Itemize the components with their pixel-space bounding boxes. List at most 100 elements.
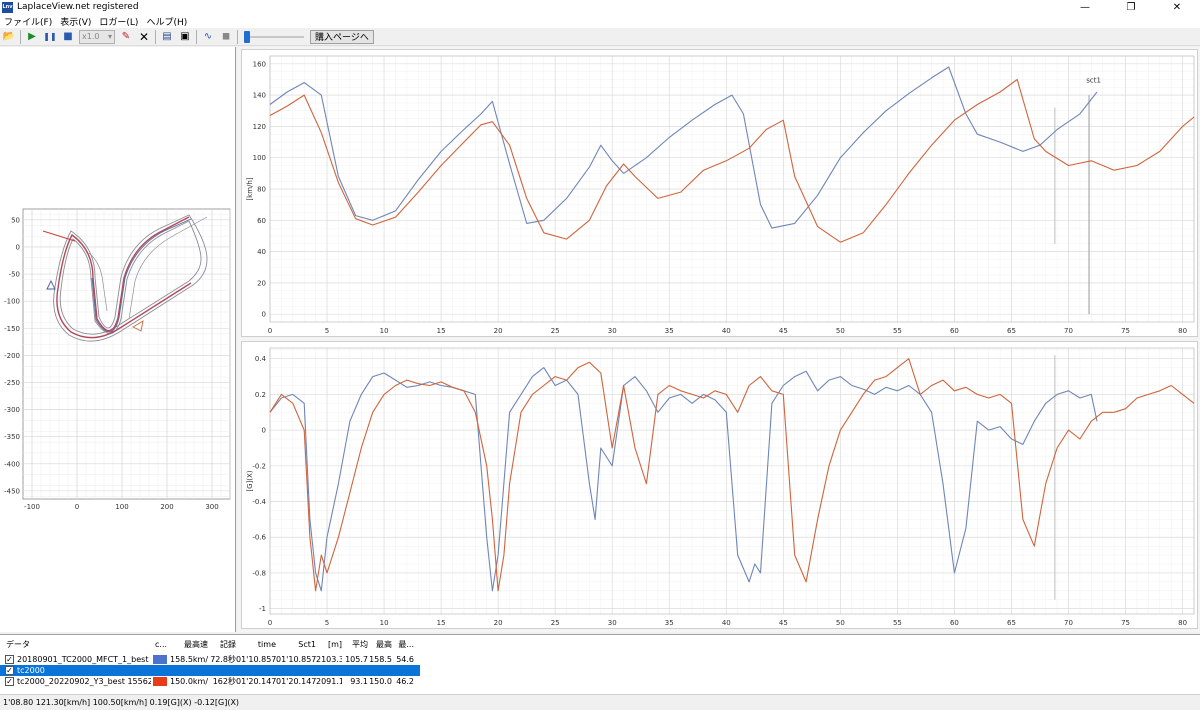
y-tick-label: -0.4: [252, 498, 266, 506]
row-time: 01'20.147: [236, 677, 276, 686]
g-force-chart[interactable]: 0 5 10 15 20 25 30 35 40 45 50 55 60 65 70 75 80 -1 -0.8 -0…: [241, 341, 1198, 629]
x-tick-label: 45: [779, 327, 788, 335]
map-x-axis: -100 0 100 200 300: [24, 503, 219, 511]
restore-icon[interactable]: ❐: [1108, 0, 1154, 14]
y-tick-label: 0: [262, 311, 266, 319]
header-meters[interactable]: [m]: [316, 639, 342, 650]
y-tick-label: 0.2: [255, 391, 266, 399]
x-tick-label: 55: [893, 327, 902, 335]
series-line: [269, 367, 1098, 592]
y-tick-label: 160: [253, 60, 266, 68]
play-icon[interactable]: ▶: [24, 29, 40, 45]
row-color-swatch[interactable]: [153, 655, 167, 664]
y-tick-label: -400: [4, 460, 20, 468]
delete-icon[interactable]: ✕: [136, 29, 152, 45]
y-tick-label: 0: [16, 243, 20, 251]
toolbar-separator: [20, 29, 21, 44]
title-bar: Lnv LaplaceView.net registered — ❐ ✕: [0, 0, 1200, 14]
header-max2[interactable]: 最...: [392, 639, 414, 650]
y-tick-label: 140: [253, 92, 266, 100]
x-tick-label: 200: [160, 503, 173, 511]
menu-logger[interactable]: ロガー(L): [95, 15, 142, 28]
y-tick-label: -450: [4, 487, 20, 495]
stop-icon[interactable]: ■: [60, 29, 76, 45]
slider-thumb[interactable]: [244, 30, 250, 43]
table-row-selected[interactable]: ✓ tc2000: [0, 665, 420, 676]
buy-page-button[interactable]: 購入ページへ: [310, 29, 374, 44]
header-max[interactable]: 最高: [368, 639, 392, 650]
row-checkbox[interactable]: ✓: [5, 666, 14, 675]
app-logo-icon: Lnv: [2, 1, 13, 13]
y-tick-label: -100: [4, 298, 20, 306]
table-header: データ c... 最高速 記録 time Sct1 [m] 平均 最高 最...: [0, 639, 420, 651]
row-checkbox[interactable]: ✓: [5, 677, 14, 686]
row-checkbox[interactable]: ✓: [5, 655, 14, 664]
x-tick-label: 0: [268, 619, 272, 627]
header-color[interactable]: c...: [155, 639, 171, 650]
window-title: LaplaceView.net registered: [17, 2, 139, 12]
window-controls: — ❐ ✕: [1062, 0, 1200, 14]
speed-chart[interactable]: 0 5 10 15 20 25 30 35 40 45 50 55 60 65 70 75 80 0 20 40 60 8…: [241, 49, 1198, 337]
row-name: 20180901_TC2000_MFCT_1_best 092527: [17, 655, 151, 664]
playback-speed-value: x1.0: [82, 32, 100, 41]
series-line: [269, 66, 1098, 229]
x-tick-label: 25: [551, 327, 560, 335]
header-average[interactable]: 平均: [342, 639, 368, 650]
x-tick-label: 75: [1121, 619, 1130, 627]
track-map[interactable]: 50 0 -50 -100 -150 -200 -250 -300 -350 -400 -450 -…: [3, 207, 233, 517]
playback-position-slider[interactable]: [244, 30, 304, 44]
menu-help[interactable]: ヘルプ(H): [142, 15, 191, 28]
row-color-swatch[interactable]: [153, 677, 167, 686]
minimize-icon[interactable]: —: [1062, 0, 1108, 14]
export-icon[interactable]: ▣: [177, 29, 193, 45]
header-top-speed[interactable]: 最高速: [170, 639, 208, 650]
header-time[interactable]: time: [236, 639, 276, 650]
playback-speed-select[interactable]: x1.0 ▾: [79, 29, 115, 44]
row-top-speed: 150.0km/h: [170, 677, 208, 686]
x-tick-label: 30: [608, 327, 617, 335]
x-tick-label: 50: [836, 619, 845, 627]
row-average: 93.1: [350, 677, 368, 686]
x-tick-label: 20: [494, 619, 503, 627]
chart-area: 0 5 10 15 20 25 30 35 40 45 50 55 60 65 70 75 80 0 20 40 60 8…: [238, 47, 1200, 632]
y-tick-label: -200: [4, 352, 20, 360]
table-row[interactable]: ✓ 20180901_TC2000_MFCT_1_best 092527 158…: [0, 654, 420, 665]
row-max: 150.0: [369, 677, 392, 686]
x-tick-label: 75: [1121, 327, 1130, 335]
y-tick-label: 50: [11, 216, 20, 224]
x-tick-label: 70: [1064, 327, 1073, 335]
x-tick-label: 35: [665, 327, 674, 335]
header-data[interactable]: データ: [6, 639, 146, 650]
edit-pen-icon[interactable]: ✎: [118, 29, 134, 45]
x-tick-label: 10: [380, 619, 389, 627]
menu-view[interactable]: 表示(V): [56, 15, 95, 28]
x-tick-label: 60: [950, 327, 959, 335]
chart-icon[interactable]: ∿: [200, 29, 216, 45]
x-tick-label: 15: [437, 327, 446, 335]
pause-icon[interactable]: ❚❚: [42, 29, 58, 45]
row-sct1: 01'20.147: [276, 677, 316, 686]
y-tick-label: 120: [253, 123, 266, 131]
header-record[interactable]: 記録: [208, 639, 236, 650]
menu-file[interactable]: ファイル(F): [0, 15, 56, 28]
x-tick-label: 80: [1178, 327, 1187, 335]
y-tick-label: 60: [257, 217, 266, 225]
row-max2: 46.2: [396, 677, 414, 686]
open-folder-icon[interactable]: 📂: [1, 29, 17, 45]
header-sct1[interactable]: Sct1: [276, 639, 316, 650]
x-tick-label: 20: [494, 327, 503, 335]
row-average: 105.7: [345, 655, 368, 664]
y-tick-label: 0.4: [255, 355, 267, 363]
x-tick-label: 40: [722, 327, 731, 335]
table-row[interactable]: ✓ tc2000_20220902_Y3_best 155624 150.0km…: [0, 676, 420, 687]
status-bar: 1'08.80 121.30[km/h] 100.50[km/h] 0.19[G…: [0, 694, 1200, 709]
x-tick-label: 80: [1178, 619, 1187, 627]
close-icon[interactable]: ✕: [1154, 0, 1200, 14]
y-tick-label: -50: [9, 271, 20, 279]
track-map-panel: 50 0 -50 -100 -150 -200 -250 -300 -350 -400 -450 -…: [0, 47, 236, 632]
slider-track: [244, 35, 304, 38]
x-tick-label: 70: [1064, 619, 1073, 627]
camera-icon[interactable]: ◼: [218, 29, 234, 45]
map-frame: [22, 208, 231, 500]
document-icon[interactable]: ▤: [159, 29, 175, 45]
